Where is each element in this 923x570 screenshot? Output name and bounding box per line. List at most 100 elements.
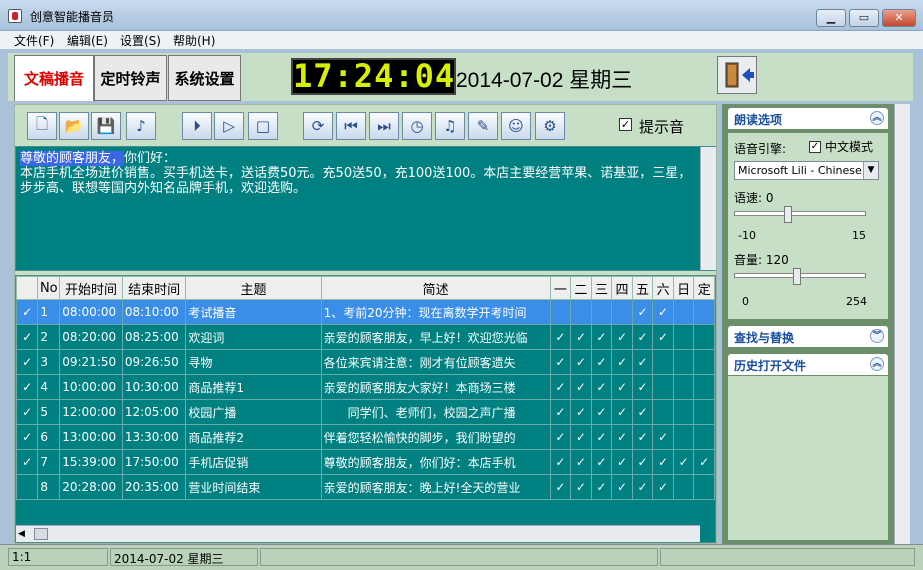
cell-day-check[interactable]: ✓ [652,424,674,450]
cell-day-check[interactable] [570,299,592,325]
cell-day-check[interactable] [672,424,695,450]
cell-row-number[interactable]: 3 [37,349,61,375]
cell-day-check[interactable]: ✓ [549,399,572,425]
cell-day-check[interactable]: ✓ [631,449,654,475]
play-icon[interactable]: ▷ [214,112,244,140]
cell-row-number[interactable]: 8 [37,474,61,500]
cell-day-check[interactable] [652,399,674,425]
cell-day-check[interactable]: ✓ [611,324,633,350]
cell-day-check[interactable] [693,349,715,375]
cell-day-check[interactable]: ✓ [693,449,715,475]
cell-description[interactable]: 亲爱的顾客朋友：晚上好!全天的营业 [320,474,551,500]
cell-day-check[interactable] [652,349,674,375]
cell-day-check[interactable] [672,349,695,375]
cell-enabled-check[interactable] [16,474,39,500]
cell-day-check[interactable]: ✓ [570,399,592,425]
cell-day-check[interactable]: ✓ [611,399,633,425]
new-file-icon[interactable]: 🗋 [27,112,57,140]
expand-icon[interactable]: ︾ [870,329,884,343]
cell-day-check[interactable] [693,299,715,325]
cell-day-check[interactable]: ✓ [549,374,572,400]
cell-end-time[interactable]: 08:10:00 [121,299,187,325]
cell-description[interactable]: 同学们、老师们，校园之声广播 [320,399,551,425]
tab-timed-bell[interactable]: 定时铃声 [94,55,167,101]
cell-enabled-check[interactable]: ✓ [16,374,39,400]
cell-day-check[interactable]: ✓ [611,374,633,400]
cell-end-time[interactable]: 10:30:00 [121,374,187,400]
cell-day-check[interactable] [672,299,695,325]
column-header[interactable]: 结束时间 [121,276,187,300]
cell-day-check[interactable]: ✓ [652,474,674,500]
cell-enabled-check[interactable]: ✓ [16,449,39,475]
cell-description[interactable]: 伴着您轻松愉快的脚步，我们盼望的 [320,424,551,450]
cell-end-time[interactable]: 17:50:00 [121,449,187,475]
play-from-icon[interactable]: ⏵ [182,112,212,140]
cell-row-number[interactable]: 4 [37,374,61,400]
menu-edit[interactable]: 编辑(E) [67,32,108,49]
cell-day-check[interactable] [549,299,572,325]
cell-day-check[interactable] [693,424,715,450]
cell-day-check[interactable]: ✓ [570,424,592,450]
cell-description[interactable]: 各位来宾请注意：刚才有位顾客遗失 [320,349,551,375]
table-row[interactable]: ✓ 5 12:00:00 12:05:00 校园广播 同学们、老师们，校园之声广播 ✓ ✓ ✓… [16,399,715,425]
cell-description[interactable]: 亲爱的顾客朋友，早上好！欢迎您光临 [320,324,551,350]
scroll-left-icon[interactable]: ◀ [18,529,25,539]
cell-day-check[interactable]: ✓ [590,324,613,350]
cell-day-check[interactable] [693,374,715,400]
cell-day-check[interactable]: ✓ [631,374,654,400]
cell-day-check[interactable]: ✓ [549,474,572,500]
table-horizontal-scrollbar[interactable]: ◀ [16,525,700,542]
previous-icon[interactable]: ⏮ [336,112,366,140]
cell-day-check[interactable] [611,299,633,325]
dropdown-arrow-icon[interactable]: ▼ [863,162,878,179]
script-text-editor[interactable]: 尊敬的顾客朋友，你们好： 本店手机全场进价销售。买手机送卡，送话费50元。充50… [15,146,716,271]
cell-row-number[interactable]: 5 [37,399,61,425]
cell-enabled-check[interactable]: ✓ [16,424,39,450]
user-icon[interactable]: ☺ [501,112,531,140]
cell-day-check[interactable]: ✓ [652,449,674,475]
document-edit-icon[interactable]: ✎ [468,112,498,140]
cell-day-check[interactable]: ✓ [631,299,654,325]
menu-help[interactable]: 帮助(H) [173,32,215,49]
close-button[interactable]: ✕ [882,9,916,27]
column-header[interactable]: 主题 [185,276,322,300]
cell-start-time[interactable]: 13:00:00 [59,424,123,450]
column-header[interactable]: 一 [549,276,572,300]
cell-day-check[interactable]: ✓ [611,349,633,375]
cell-day-check[interactable]: ✓ [549,349,572,375]
cell-day-check[interactable] [672,324,695,350]
cell-row-number[interactable]: 1 [37,299,61,325]
column-header[interactable]: 二 [570,276,592,300]
voice-engine-select[interactable]: Microsoft Lili - Chinese (C ▼ [734,161,879,180]
settings-icon[interactable]: ⚙ [535,112,565,140]
cell-start-time[interactable]: 08:20:00 [59,324,123,350]
cell-start-time[interactable]: 08:00:00 [59,299,123,325]
column-header[interactable]: 三 [590,276,613,300]
cell-day-check[interactable]: ✓ [549,424,572,450]
cell-day-check[interactable]: ✓ [590,349,613,375]
cell-day-check[interactable] [693,324,715,350]
cell-day-check[interactable]: ✓ [631,474,654,500]
cell-day-check[interactable]: ✓ [570,324,592,350]
cell-day-check[interactable]: ✓ [590,399,613,425]
cell-day-check[interactable] [672,474,695,500]
cell-day-check[interactable]: ✓ [570,449,592,475]
repeat-icon[interactable]: ⟳ [303,112,333,140]
column-header[interactable]: 日 [672,276,695,300]
cell-row-number[interactable]: 6 [37,424,61,450]
cell-topic[interactable]: 商品推荐2 [185,424,322,450]
table-row[interactable]: ✓ 4 10:00:00 10:30:00 商品推荐1 亲爱的顾客朋友大家好！本商场三楼 ✓… [16,374,715,400]
stop-icon[interactable]: □ [248,112,278,140]
save-icon[interactable]: 💾 [91,112,121,140]
cell-day-check[interactable]: ✓ [631,324,654,350]
cell-day-check[interactable]: ✓ [590,474,613,500]
cell-day-check[interactable]: ✓ [570,474,592,500]
cell-day-check[interactable]: ✓ [652,324,674,350]
cell-topic[interactable]: 营业时间结束 [185,474,322,500]
cell-day-check[interactable]: ✓ [590,424,613,450]
cell-end-time[interactable]: 20:35:00 [121,474,187,500]
cell-day-check[interactable] [590,299,613,325]
next-icon[interactable]: ⏭ [369,112,399,140]
column-header[interactable]: 开始时间 [59,276,123,300]
cell-topic[interactable]: 手机店促销 [185,449,322,475]
